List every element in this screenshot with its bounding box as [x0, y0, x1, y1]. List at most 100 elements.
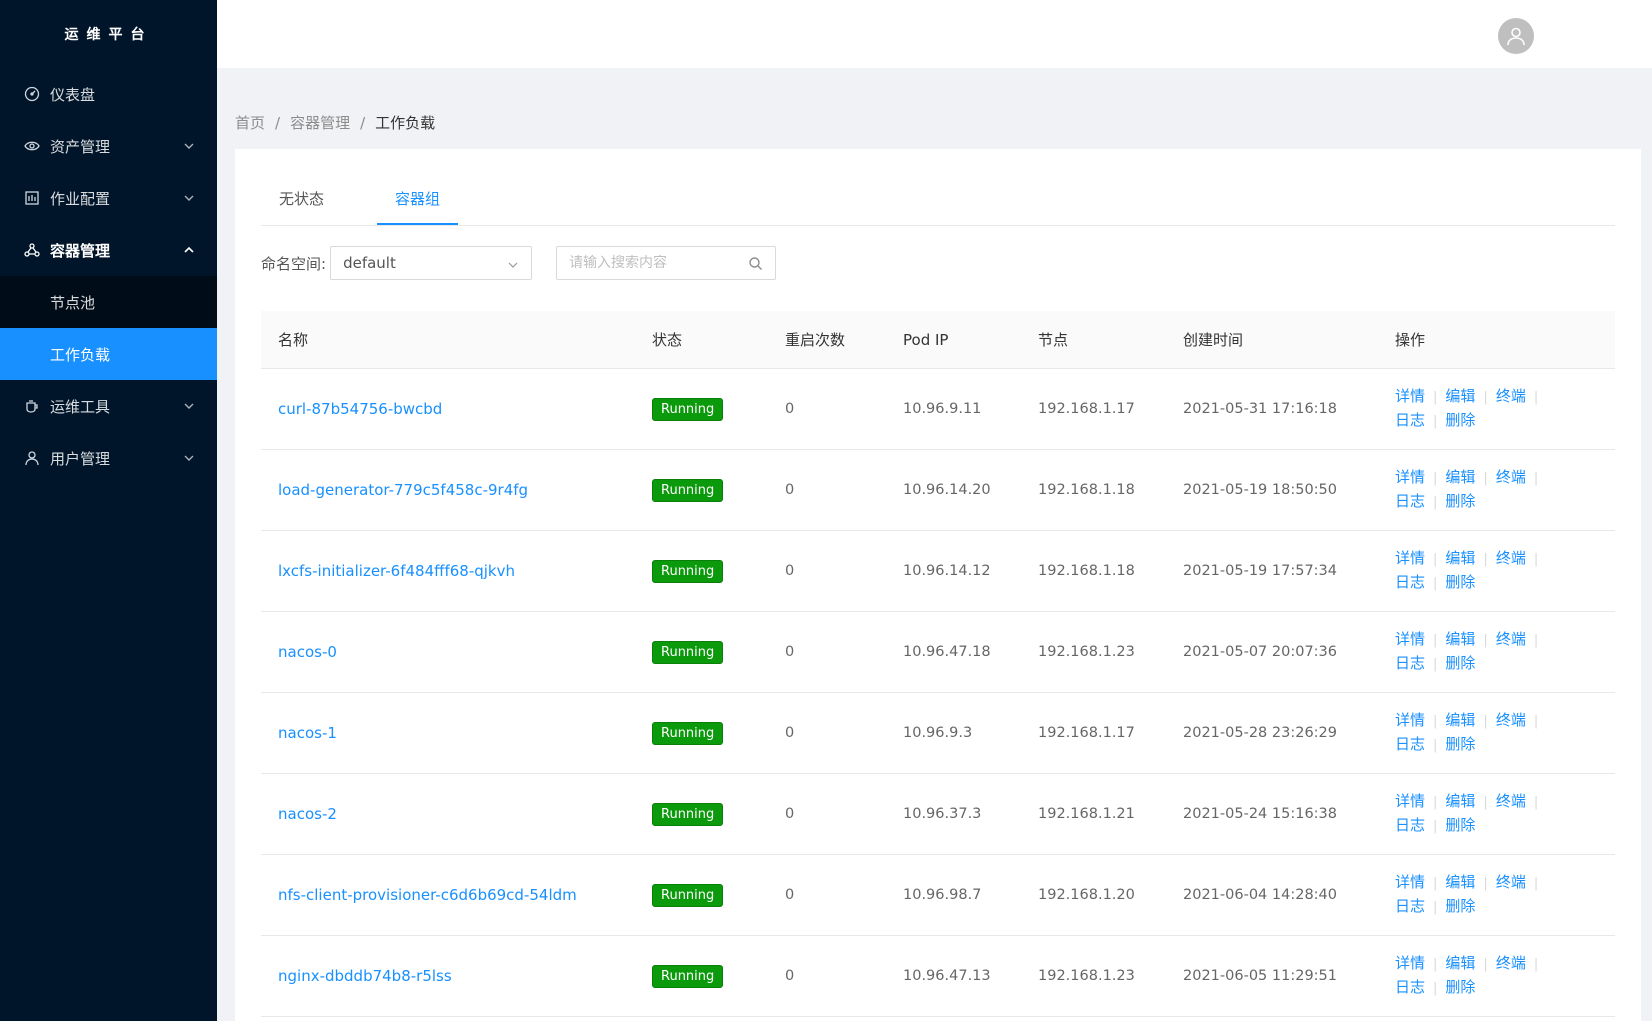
status-badge: Running	[652, 640, 724, 664]
sidebar-item-dashboard[interactable]: 仪表盘	[0, 68, 217, 120]
detail-link[interactable]: 详情	[1395, 711, 1425, 729]
sidebar-item-label: 容器管理	[50, 241, 111, 260]
terminal-link[interactable]: 终端	[1496, 954, 1526, 972]
terminal-link[interactable]: 终端	[1496, 630, 1526, 648]
node-ip: 192.168.1.20	[1021, 854, 1166, 936]
edit-link[interactable]: 编辑	[1445, 468, 1475, 486]
created-time: 2021-05-19 17:57:34	[1166, 530, 1378, 612]
tab-pods[interactable]: 容器组	[377, 183, 459, 225]
breadcrumb-home[interactable]: 首页	[235, 112, 265, 133]
terminal-link[interactable]: 终端	[1496, 792, 1526, 810]
column-header-status: 状态	[635, 311, 768, 369]
pod-ip: 10.96.9.11	[886, 368, 1021, 450]
detail-link[interactable]: 详情	[1395, 549, 1425, 567]
sidebar-item-workloads[interactable]: 工作负载	[0, 328, 217, 380]
sidebar-item-label: 作业配置	[50, 189, 111, 208]
delete-link[interactable]: 删除	[1445, 492, 1475, 510]
detail-link[interactable]: 详情	[1395, 468, 1425, 486]
pod-name-link[interactable]: nacos-0	[278, 643, 337, 661]
edit-link[interactable]: 编辑	[1445, 549, 1475, 567]
avatar[interactable]	[1498, 18, 1534, 54]
terminal-link[interactable]: 终端	[1496, 387, 1526, 405]
detail-link[interactable]: 详情	[1395, 954, 1425, 972]
sidebar-item-node-pool[interactable]: 节点池	[0, 276, 217, 328]
delete-link[interactable]: 删除	[1445, 573, 1475, 591]
edit-link[interactable]: 编辑	[1445, 387, 1475, 405]
search-icon[interactable]	[748, 256, 763, 271]
sidebar-item-users[interactable]: 用户管理	[0, 432, 217, 484]
namespace-select[interactable]: default	[330, 246, 533, 280]
sidebar-item-assets[interactable]: 资产管理	[0, 120, 217, 172]
chevron-down-icon	[183, 192, 195, 204]
node-ip: 192.168.1.17	[1021, 692, 1166, 774]
created-time: 2021-05-28 23:26:29	[1166, 692, 1378, 774]
delete-link[interactable]: 删除	[1445, 978, 1475, 996]
breadcrumb-section[interactable]: 容器管理	[290, 112, 350, 133]
edit-link[interactable]: 编辑	[1445, 792, 1475, 810]
terminal-link[interactable]: 终端	[1496, 711, 1526, 729]
created-time: 2021-06-04 14:28:40	[1166, 854, 1378, 936]
log-link[interactable]: 日志	[1395, 492, 1425, 510]
chevron-up-icon	[183, 244, 195, 256]
delete-link[interactable]: 删除	[1445, 897, 1475, 915]
detail-link[interactable]: 详情	[1395, 387, 1425, 405]
pod-name-link[interactable]: nginx-dbddb74b8-r5lss	[278, 967, 452, 985]
cluster-icon	[24, 242, 40, 258]
log-link[interactable]: 日志	[1395, 735, 1425, 753]
table-row: nginx-dbddb74b8-r5lss Running 0 10.96.47…	[261, 935, 1615, 1017]
sidebar-item-jobs[interactable]: 作业配置	[0, 172, 217, 224]
pod-ip: 10.96.47.18	[886, 611, 1021, 693]
pod-name-link[interactable]: nacos-2	[278, 805, 337, 823]
row-actions: 详情 | 编辑 | 终端 | 日志 | 删除	[1395, 792, 1539, 834]
delete-link[interactable]: 删除	[1445, 411, 1475, 429]
edit-link[interactable]: 编辑	[1445, 630, 1475, 648]
log-link[interactable]: 日志	[1395, 978, 1425, 996]
restart-count: 0	[768, 611, 886, 693]
edit-link[interactable]: 编辑	[1445, 954, 1475, 972]
calendar-icon	[24, 190, 40, 206]
pod-name-link[interactable]: nfs-client-provisioner-c6d6b69cd-54ldm	[278, 886, 577, 904]
pod-name-link[interactable]: load-generator-779c5f458c-9r4fg	[278, 481, 528, 499]
log-link[interactable]: 日志	[1395, 654, 1425, 672]
pod-ip: 10.96.9.3	[886, 692, 1021, 774]
edit-link[interactable]: 编辑	[1445, 711, 1475, 729]
pod-name-link[interactable]: curl-87b54756-bwcbd	[278, 400, 442, 418]
tab-stateless[interactable]: 无状态	[261, 183, 342, 225]
row-actions: 详情 | 编辑 | 终端 | 日志 | 删除	[1395, 468, 1539, 510]
row-actions: 详情 | 编辑 | 终端 | 日志 | 删除	[1395, 954, 1539, 996]
log-link[interactable]: 日志	[1395, 411, 1425, 429]
log-link[interactable]: 日志	[1395, 573, 1425, 591]
sidebar-item-containers[interactable]: 容器管理	[0, 224, 217, 276]
delete-link[interactable]: 删除	[1445, 735, 1475, 753]
detail-link[interactable]: 详情	[1395, 873, 1425, 891]
column-header-node: 节点	[1021, 311, 1166, 369]
breadcrumb-current: 工作负载	[375, 114, 436, 132]
search-input[interactable]	[557, 247, 752, 279]
table-row: nacos-2 Running 0 10.96.37.3 192.168.1.2…	[261, 773, 1615, 855]
status-badge: Running	[652, 802, 724, 826]
detail-link[interactable]: 详情	[1395, 630, 1425, 648]
log-link[interactable]: 日志	[1395, 816, 1425, 834]
pod-name-link[interactable]: nacos-1	[278, 724, 337, 742]
status-badge: Running	[652, 559, 724, 583]
delete-link[interactable]: 删除	[1445, 816, 1475, 834]
pod-name-link[interactable]: lxcfs-initializer-6f484fff68-qjkvh	[278, 562, 515, 580]
filter-bar: 命名空间: default	[261, 245, 777, 281]
terminal-link[interactable]: 终端	[1496, 468, 1526, 486]
edit-link[interactable]: 编辑	[1445, 873, 1475, 891]
table-row: nfs-client-provisioner-c6d6b69cd-54ldm R…	[261, 854, 1615, 936]
log-link[interactable]: 日志	[1395, 897, 1425, 915]
restart-count: 0	[768, 935, 886, 1017]
delete-link[interactable]: 删除	[1445, 654, 1475, 672]
created-time: 2021-05-24 15:16:38	[1166, 773, 1378, 855]
terminal-link[interactable]: 终端	[1496, 873, 1526, 891]
column-header-created: 创建时间	[1166, 311, 1378, 369]
top-header	[217, 0, 1652, 68]
row-actions: 详情 | 编辑 | 终端 | 日志 | 删除	[1395, 873, 1539, 915]
node-ip: 192.168.1.21	[1021, 773, 1166, 855]
sidebar-item-tools[interactable]: 运维工具	[0, 380, 217, 432]
row-actions: 详情 | 编辑 | 终端 | 日志 | 删除	[1395, 711, 1539, 753]
detail-link[interactable]: 详情	[1395, 792, 1425, 810]
terminal-link[interactable]: 终端	[1496, 549, 1526, 567]
status-badge: Running	[652, 397, 724, 421]
